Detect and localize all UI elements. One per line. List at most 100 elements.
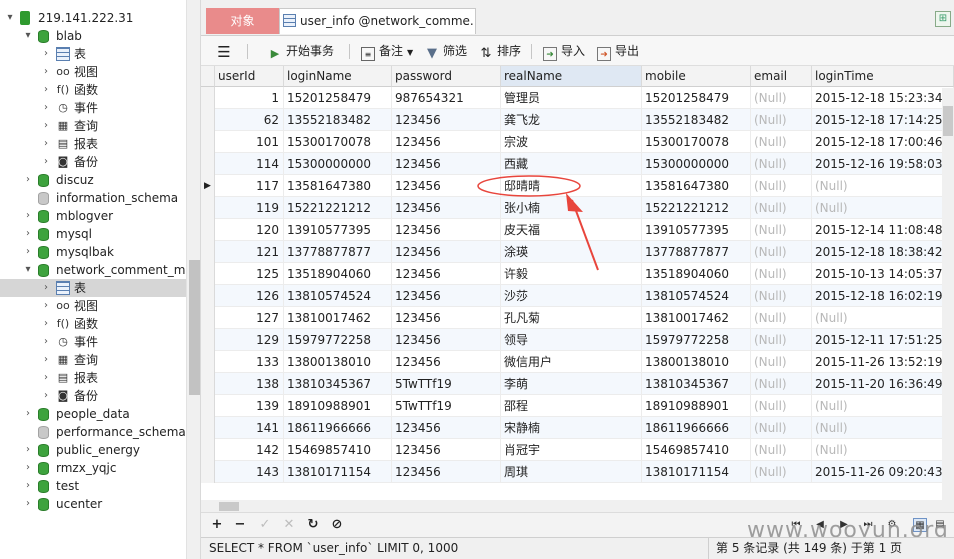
note-button[interactable]: ≡ 备注 ▼ [361, 42, 413, 61]
cell-password[interactable]: 5TwTTf19 [392, 373, 501, 395]
cell-mobile[interactable]: 15300170078 [642, 131, 751, 153]
collapse-arrow-icon[interactable]: ▾ [22, 261, 34, 279]
row-marker[interactable] [201, 417, 215, 439]
cell-mobile[interactable]: 13810574524 [642, 285, 751, 307]
cell-mobile[interactable]: 13800138010 [642, 351, 751, 373]
cell-mobile[interactable]: 18910988901 [642, 395, 751, 417]
cell-email[interactable]: (Null) [751, 351, 812, 373]
cell-email[interactable]: (Null) [751, 219, 812, 241]
cell-loginName[interactable]: 15221221212 [284, 197, 392, 219]
cell-realName[interactable]: 肖冠宇 [501, 439, 642, 461]
row-marker[interactable] [201, 439, 215, 461]
sidebar-scrollbar[interactable] [186, 0, 200, 559]
cell-password[interactable]: 123456 [392, 219, 501, 241]
delete-record-button[interactable]: − [232, 517, 248, 533]
sidebar-item[interactable]: › rmzx_yqjc [0, 459, 186, 477]
expand-arrow-icon[interactable]: › [40, 99, 52, 117]
cell-realName[interactable]: 宗波 [501, 131, 642, 153]
expand-arrow-icon[interactable]: › [22, 441, 34, 459]
cell-loginName[interactable]: 15979772258 [284, 329, 392, 351]
filter-button[interactable]: ▼ 筛选 [425, 42, 467, 61]
expand-arrow-icon[interactable]: › [40, 81, 52, 99]
cell-userId[interactable]: 117 [215, 175, 284, 197]
cell-realName[interactable]: 周琪 [501, 461, 642, 483]
cell-loginName[interactable]: 15300170078 [284, 131, 392, 153]
expand-arrow-icon[interactable]: › [22, 207, 34, 225]
collapse-arrow-icon[interactable]: ▾ [22, 27, 34, 45]
expand-arrow-icon[interactable]: › [40, 63, 52, 81]
expand-arrow-icon[interactable]: › [22, 495, 34, 513]
sidebar-item[interactable]: › oo 视图 [0, 63, 186, 81]
tab-objects[interactable]: 对象 [206, 8, 279, 34]
cell-password[interactable]: 123456 [392, 307, 501, 329]
expand-arrow-icon[interactable]: › [40, 279, 52, 297]
cell-loginTime[interactable]: (Null) [812, 417, 954, 439]
cell-loginName[interactable]: 13778877877 [284, 241, 392, 263]
cell-password[interactable]: 123456 [392, 439, 501, 461]
cell-password[interactable]: 123456 [392, 329, 501, 351]
sidebar-item[interactable]: performance_schema [0, 423, 186, 441]
cell-mobile[interactable]: 13552183482 [642, 109, 751, 131]
cell-realName[interactable]: 微信用户 [501, 351, 642, 373]
cell-email[interactable]: (Null) [751, 153, 812, 175]
cell-password[interactable]: 123456 [392, 417, 501, 439]
row-marker[interactable] [201, 87, 215, 109]
cell-userId[interactable]: 119 [215, 197, 284, 219]
sidebar-item[interactable]: › ▦ 查询 [0, 117, 186, 135]
cell-loginTime[interactable]: 2015-12-18 17:14:25 [812, 109, 954, 131]
grid-vscroll-thumb[interactable] [943, 106, 953, 136]
sidebar-scroll-thumb[interactable] [189, 260, 200, 395]
cell-email[interactable]: (Null) [751, 197, 812, 219]
expand-arrow-icon[interactable]: › [22, 243, 34, 261]
cell-mobile[interactable]: 15221221212 [642, 197, 751, 219]
sidebar-item[interactable]: › ◷ 事件 [0, 333, 186, 351]
cell-loginTime[interactable]: 2015-12-11 17:51:25 [812, 329, 954, 351]
cell-userId[interactable]: 139 [215, 395, 284, 417]
cell-loginTime[interactable]: 2015-12-14 11:08:48 [812, 219, 954, 241]
cell-email[interactable]: (Null) [751, 175, 812, 197]
row-marker[interactable] [201, 219, 215, 241]
cell-loginTime[interactable]: 2015-12-18 15:23:34 [812, 87, 954, 109]
import-button[interactable]: ➜ 导入 [543, 42, 585, 61]
table-row[interactable]: 139 18910988901 5TwTTf19 邵程 18910988901 (Null… [201, 395, 954, 417]
table-row[interactable]: 101 15300170078 123456 宗波 15300170078 (Null) 2… [201, 131, 954, 153]
column-header-loginTime[interactable]: loginTime [812, 66, 954, 87]
cell-loginName[interactable]: 13552183482 [284, 109, 392, 131]
cell-loginTime[interactable]: 2015-12-16 19:58:03 [812, 153, 954, 175]
cell-email[interactable]: (Null) [751, 439, 812, 461]
cell-userId[interactable]: 129 [215, 329, 284, 351]
cell-loginTime[interactable]: 2015-12-18 17:00:46 [812, 131, 954, 153]
table-row[interactable]: 125 13518904060 123456 许毅 13518904060 (Null) 2… [201, 263, 954, 285]
cell-mobile[interactable]: 15201258479 [642, 87, 751, 109]
sidebar-item[interactable]: › discuz [0, 171, 186, 189]
table-row[interactable]: 143 13810171154 123456 周琪 13810171154 (Null) 2… [201, 461, 954, 483]
cell-password[interactable]: 123456 [392, 153, 501, 175]
cell-email[interactable]: (Null) [751, 285, 812, 307]
cell-password[interactable]: 123456 [392, 263, 501, 285]
expand-arrow-icon[interactable]: › [40, 387, 52, 405]
cell-loginName[interactable]: 15469857410 [284, 439, 392, 461]
sort-button[interactable]: ⇅ 排序 [479, 42, 521, 61]
sidebar-item[interactable]: › 表 [0, 279, 186, 297]
cell-userId[interactable]: 120 [215, 219, 284, 241]
cell-email[interactable]: (Null) [751, 395, 812, 417]
cell-password[interactable]: 123456 [392, 197, 501, 219]
cell-loginName[interactable]: 13800138010 [284, 351, 392, 373]
refresh-button[interactable]: ↻ [305, 517, 321, 533]
cell-userId[interactable]: 138 [215, 373, 284, 395]
add-record-button[interactable]: + [209, 517, 225, 533]
sidebar-item[interactable]: › public_energy [0, 441, 186, 459]
cell-email[interactable]: (Null) [751, 263, 812, 285]
row-marker[interactable] [201, 197, 215, 219]
cell-loginTime[interactable]: 2015-11-20 16:36:49 [812, 373, 954, 395]
expand-arrow-icon[interactable]: › [40, 315, 52, 333]
expand-arrow-icon[interactable]: › [40, 117, 52, 135]
expand-arrow-icon[interactable]: › [22, 405, 34, 423]
row-marker[interactable] [201, 373, 215, 395]
column-header-password[interactable]: password [392, 66, 501, 87]
sidebar-item[interactable]: › people_data [0, 405, 186, 423]
table-row[interactable]: ▶ 117 13581647380 123456 邸晴晴 13581647380 (Null… [201, 175, 954, 197]
cell-email[interactable]: (Null) [751, 329, 812, 351]
cell-realName[interactable]: 张小楠 [501, 197, 642, 219]
cell-realName[interactable]: 邵程 [501, 395, 642, 417]
